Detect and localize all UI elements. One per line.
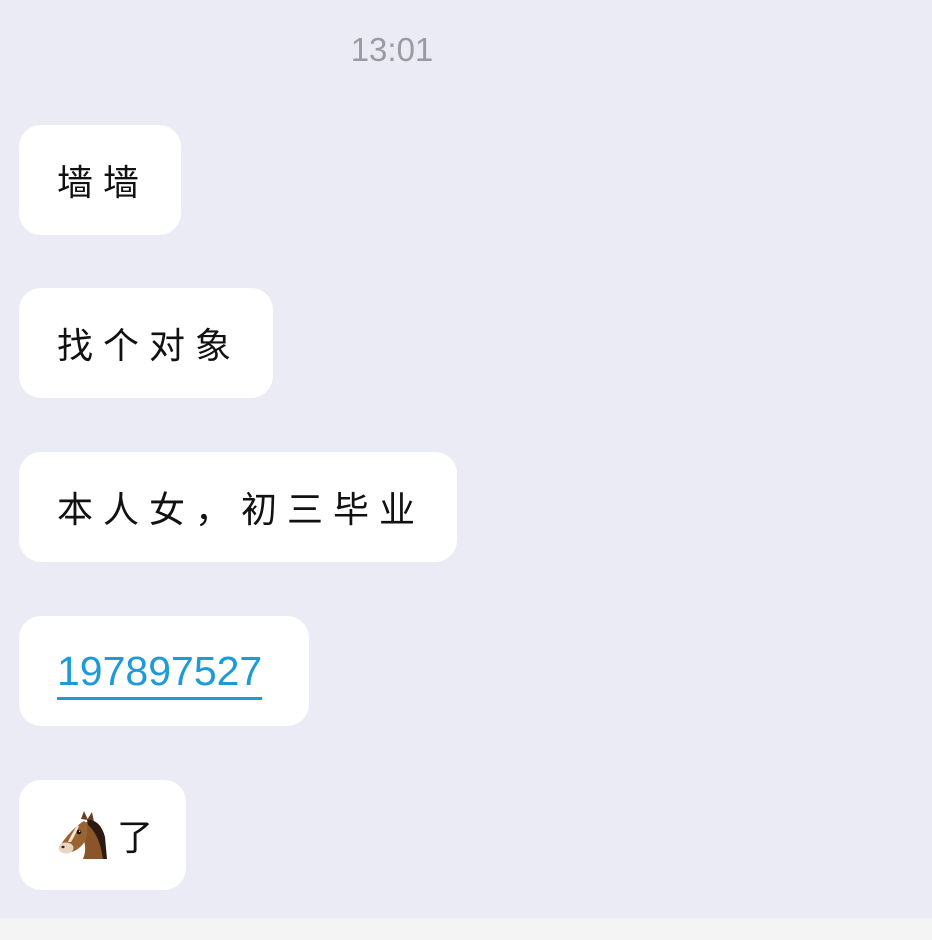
- message-timestamp: 13:01: [350, 31, 434, 68]
- phone-number-link[interactable]: 197897527: [57, 648, 262, 695]
- message-bubble[interactable]: 本人女，初三毕业: [19, 452, 457, 562]
- message-bubble[interactable]: 墙墙: [19, 125, 181, 235]
- message-bubble[interactable]: 了: [19, 780, 186, 890]
- message-text: 找个对象: [57, 326, 242, 367]
- message-bubble[interactable]: 找个对象: [19, 288, 273, 398]
- message-bubble[interactable]: 197897527: [19, 616, 309, 726]
- horse-face-icon: [57, 809, 109, 861]
- input-bar-edge: [0, 918, 932, 940]
- message-text: 了: [117, 818, 164, 859]
- message-text: 墙墙: [57, 163, 150, 204]
- message-text: 本人女，初三毕业: [57, 490, 426, 531]
